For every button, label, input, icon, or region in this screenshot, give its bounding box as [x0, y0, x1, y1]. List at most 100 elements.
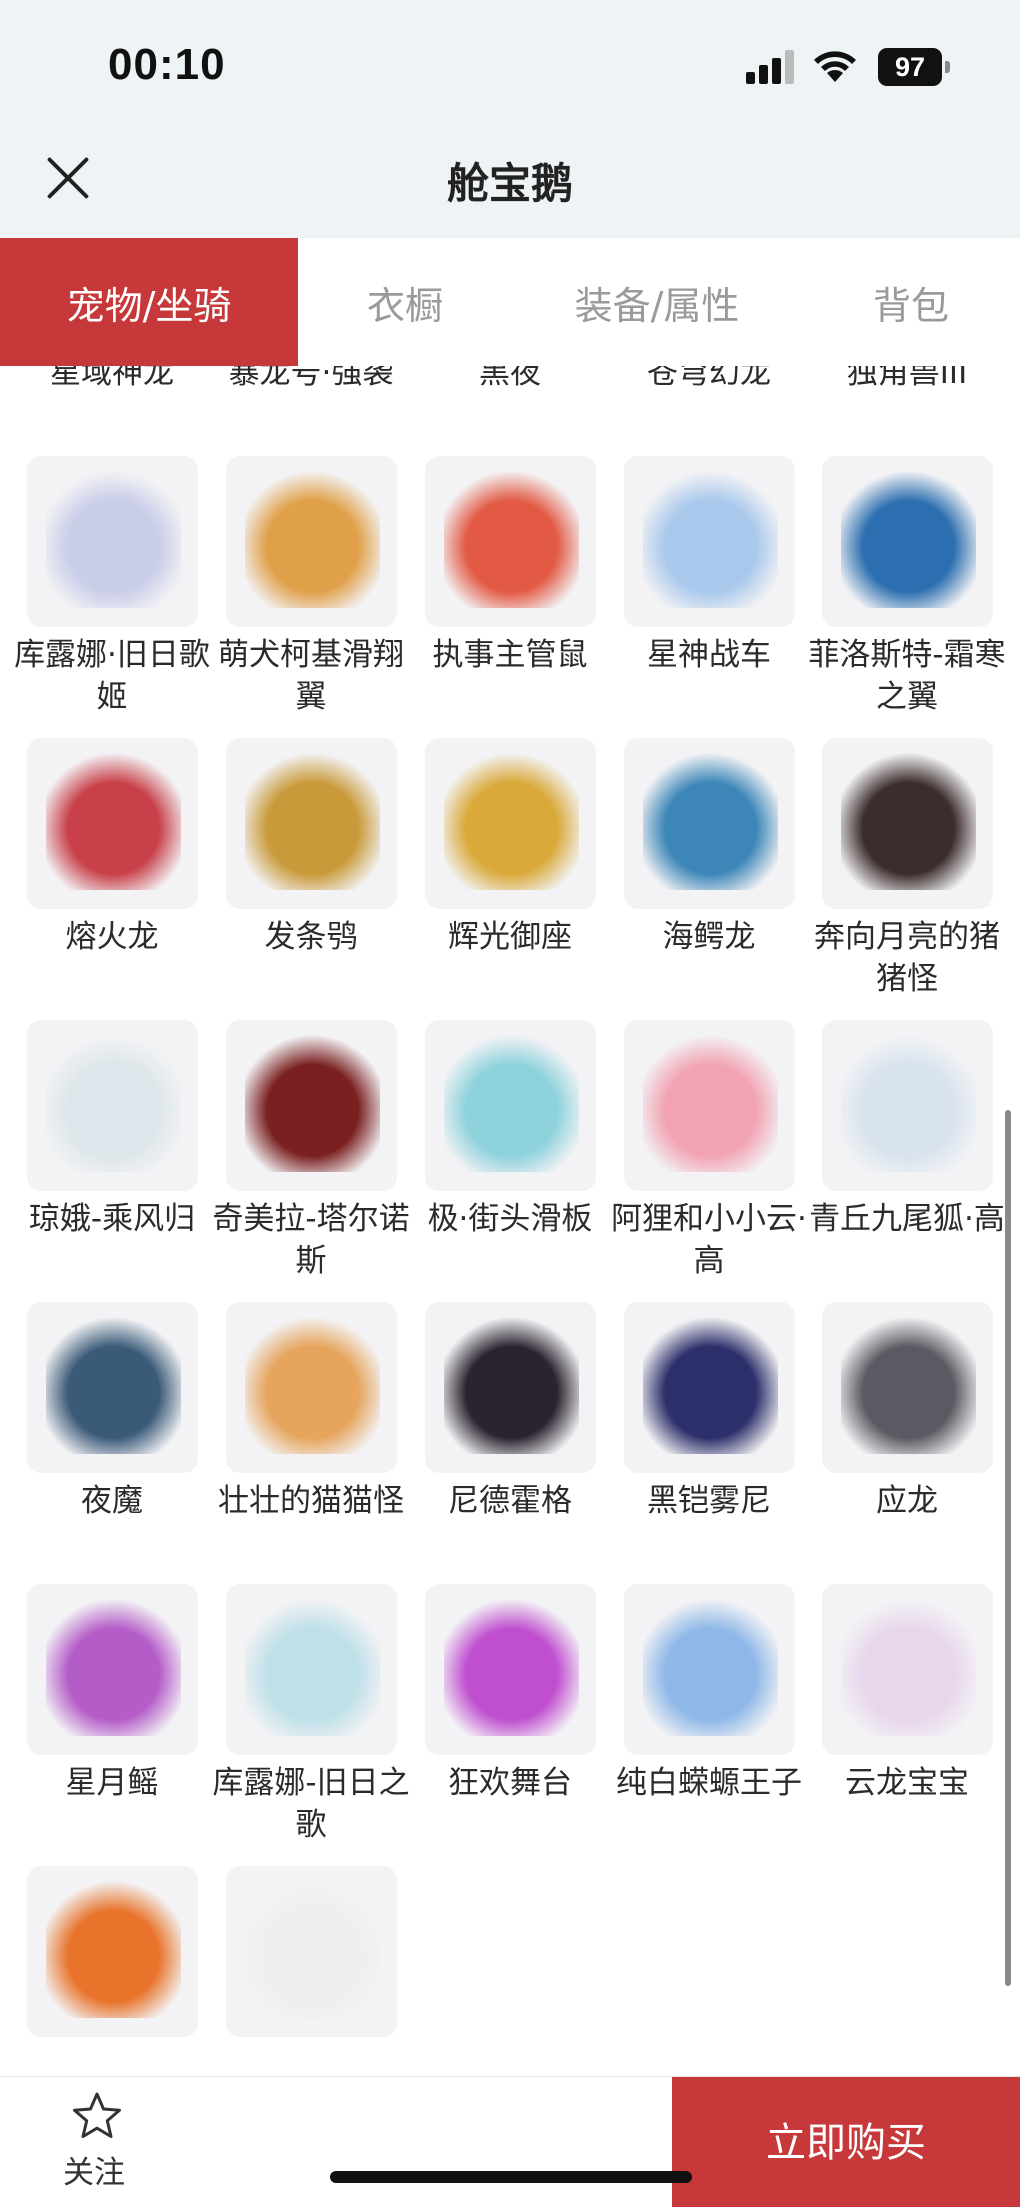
pet-name: 萌犬柯基滑翔翼 [218, 637, 404, 715]
pet-image [841, 1599, 976, 1736]
pet-name: 库露娜-旧日之歌 [212, 1765, 410, 1843]
pet-thumbnail [425, 738, 596, 909]
pet-thumbnail [226, 738, 397, 909]
pet-thumbnail [624, 1584, 795, 1755]
pet-image [841, 753, 976, 890]
pet-thumbnail [226, 1866, 397, 2037]
scrollbar[interactable] [1005, 1110, 1011, 1986]
tab-equipment[interactable]: 装备/属性 [512, 238, 802, 366]
follow-button[interactable]: 关注 [50, 2091, 138, 2201]
pet-name: 奔向月亮的猪猪怪 [814, 919, 1000, 997]
buy-now-button[interactable]: 立即购买 [672, 2077, 1020, 2207]
battery-level: 97 [878, 48, 942, 86]
pet-thumbnail [822, 738, 993, 909]
pet-thumbnail [624, 738, 795, 909]
tab-backpack[interactable]: 背包 [802, 238, 1020, 366]
pet-name: 苍穹幻龙 [647, 366, 771, 391]
pet-image [46, 471, 181, 608]
tab-wardrobe[interactable]: 衣橱 [298, 238, 512, 366]
pet-thumbnail [226, 1584, 397, 1755]
pet-image [444, 1599, 579, 1736]
pet-thumbnail [624, 456, 795, 627]
pet-name: 夜魔 [81, 1483, 143, 1519]
pet-image [245, 1881, 380, 2018]
pet-name: 星月鳐 [65, 1765, 159, 1801]
pet-name: 暴龙号·强袭 [228, 366, 394, 391]
pet-name: 黑夜 [479, 366, 541, 391]
pet-name: 青丘九尾狐·高 [809, 1201, 1005, 1237]
pet-image [245, 753, 380, 890]
pet-thumbnail [27, 1866, 198, 2037]
pet-image [444, 1317, 579, 1454]
pet-thumbnail [822, 456, 993, 627]
pet-image [841, 1317, 976, 1454]
battery-icon: 97 [878, 48, 950, 86]
pet-image [46, 1599, 181, 1736]
pet-image [245, 471, 380, 608]
pet-image [643, 471, 778, 608]
bottom-bar: 关注 立即购买 [0, 2076, 1020, 2207]
pet-thumbnail [425, 1584, 596, 1755]
tab-bar: 宠物/坐骑 衣橱 装备/属性 背包 [0, 238, 1020, 366]
item-grid-viewport[interactable]: 星域神龙 暴龙号·强袭 黑夜 苍穹幻龙 独角兽III 库露娜·旧日歌姬 萌犬柯基滑翔翼 执事主… [0, 366, 1020, 2076]
star-icon [73, 2092, 121, 2138]
pet-name: 库露娜·旧日歌姬 [14, 637, 210, 715]
pet-name: 尼德霍格 [448, 1483, 572, 1519]
pet-image [46, 1035, 181, 1172]
pet-name: 应龙 [876, 1483, 938, 1519]
pet-name: 星域神龙 [50, 366, 174, 391]
tab-pets-mounts[interactable]: 宠物/坐骑 [0, 238, 298, 366]
cellular-signal-icon [746, 50, 794, 84]
pet-name: 黑铠雾尼 [647, 1483, 771, 1519]
pet-name: 琼娥-乘风归 [28, 1201, 196, 1237]
pet-image [841, 1035, 976, 1172]
pet-thumbnail [822, 1020, 993, 1191]
pet-thumbnail [624, 1302, 795, 1473]
pet-name: 纯白蝾螈王子 [616, 1765, 802, 1801]
pet-thumbnail [822, 1302, 993, 1473]
pet-image [245, 1035, 380, 1172]
pet-image [643, 1599, 778, 1736]
pet-image [841, 471, 976, 608]
pet-image [444, 1035, 579, 1172]
pet-thumbnail [226, 1302, 397, 1473]
pet-thumbnail [226, 1020, 397, 1191]
home-indicator [330, 2171, 692, 2183]
pet-name: 阿狸和小小云·高 [611, 1201, 807, 1279]
pet-image [46, 1881, 181, 2018]
pet-thumbnail [27, 1584, 198, 1755]
pet-name: 辉光御座 [448, 919, 572, 955]
pet-thumbnail [425, 456, 596, 627]
pet-name: 独角兽III [846, 366, 968, 391]
pet-thumbnail [624, 1020, 795, 1191]
wifi-icon [814, 51, 856, 82]
follow-label: 关注 [63, 2155, 125, 2191]
pet-thumbnail [425, 1302, 596, 1473]
pet-thumbnail [822, 1584, 993, 1755]
pet-image [643, 1035, 778, 1172]
pet-name: 发条鸮 [264, 919, 358, 955]
pet-image [245, 1317, 380, 1454]
pet-name: 执事主管鼠 [432, 637, 588, 673]
pet-thumbnail [27, 1302, 198, 1473]
pet-name: 狂欢舞台 [448, 1765, 572, 1801]
pet-image [46, 1317, 181, 1454]
pet-thumbnail [425, 1020, 596, 1191]
pet-thumbnail [27, 738, 198, 909]
pet-image [643, 1317, 778, 1454]
pet-name: 云龙宝宝 [845, 1765, 969, 1801]
pet-thumbnail [226, 456, 397, 627]
pet-name: 壮壮的猫猫怪 [218, 1483, 404, 1519]
pet-name: 极·街头滑板 [427, 1201, 593, 1237]
pet-image [444, 753, 579, 890]
page-title: 舱宝鹅 [446, 159, 573, 208]
pet-thumbnail [27, 1020, 198, 1191]
pet-image [444, 471, 579, 608]
pet-name: 熔火龙 [65, 919, 159, 955]
pet-image [245, 1599, 380, 1736]
status-time: 00:10 [108, 40, 226, 89]
pet-thumbnail [27, 456, 198, 627]
pet-name: 奇美拉-塔尔诺斯 [212, 1201, 410, 1279]
pet-name: 星神战车 [647, 637, 771, 673]
pet-image [46, 753, 181, 890]
